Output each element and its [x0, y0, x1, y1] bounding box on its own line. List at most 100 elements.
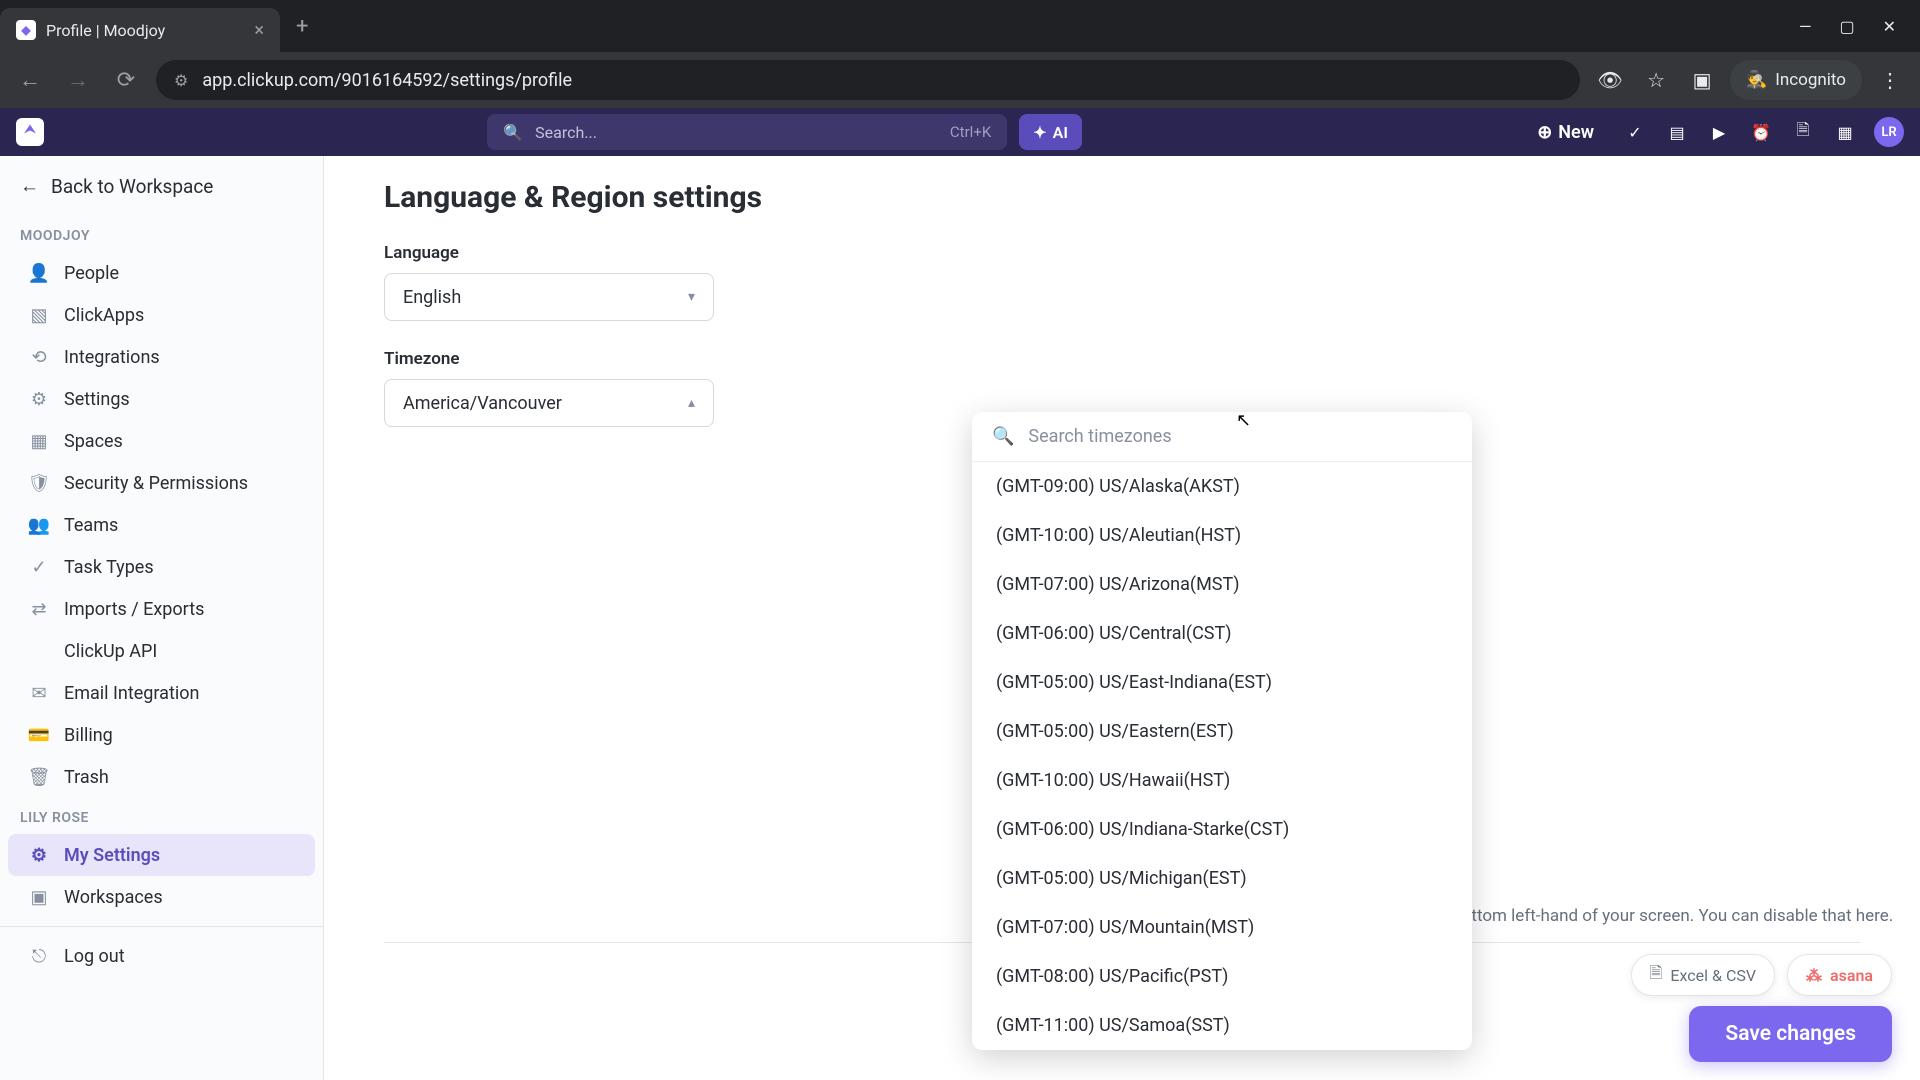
sidebar-item-label: ClickApps	[64, 305, 144, 326]
app-logo-icon[interactable]	[16, 118, 44, 146]
tab-favicon-icon: ◆	[16, 20, 36, 40]
eye-off-icon[interactable]: 👁	[1592, 62, 1628, 98]
sidebar-icon	[28, 640, 50, 662]
close-tab-icon[interactable]: ×	[254, 20, 264, 41]
timezone-label: Timezone	[384, 349, 1860, 369]
browser-tab[interactable]: ◆ Profile | Moodjoy ×	[0, 8, 280, 52]
sidebar-item-label: Teams	[64, 515, 118, 536]
language-label: Language	[384, 243, 1860, 263]
sidebar-item-clickup-api[interactable]: ClickUp API	[8, 630, 315, 672]
sidebar-item-settings[interactable]: ⚙Settings	[8, 378, 315, 420]
sidebar-item-my-settings[interactable]: ⚙My Settings	[8, 834, 315, 876]
timezone-option[interactable]: (GMT-10:00) US/Hawaii(HST)	[972, 756, 1472, 805]
omnibox[interactable]: ⚙ app.clickup.com/9016164592/settings/pr…	[156, 60, 1580, 100]
global-search-input[interactable]: 🔍 Search... Ctrl+K	[487, 114, 1007, 150]
notepad-icon[interactable]: ▤	[1664, 119, 1690, 145]
timezone-option[interactable]: (GMT-05:00) US/Michigan(EST)	[972, 854, 1472, 903]
browser-tab-bar: ◆ Profile | Moodjoy × + — ▢ ✕	[0, 0, 1920, 52]
ai-label: AI	[1053, 123, 1068, 142]
timezone-option[interactable]: (GMT-05:00) US/East-Indiana(EST)	[972, 658, 1472, 707]
save-changes-button[interactable]: Save changes	[1689, 1006, 1892, 1062]
check-circle-icon[interactable]: ✓	[1622, 119, 1648, 145]
asana-label: asana	[1830, 966, 1873, 985]
sidebar-item-clickapps[interactable]: ▧ ClickApps	[8, 294, 315, 336]
sidebar-item-integrations[interactable]: ⟲Integrations	[8, 336, 315, 378]
language-select[interactable]: English ▾	[384, 273, 714, 321]
sidebar-icon: 🗑	[28, 766, 50, 788]
menu-icon[interactable]: ⋮	[1872, 62, 1908, 98]
sidebar-icon: ▣	[28, 886, 50, 908]
sidebar-item-people[interactable]: 👤People	[8, 252, 315, 294]
search-shortcut: Ctrl+K	[950, 123, 991, 141]
new-button[interactable]: ⊕ New	[1537, 122, 1594, 143]
timezone-option[interactable]: (GMT-10:00) US/Aleutian(HST)	[972, 511, 1472, 560]
maximize-icon[interactable]: ▢	[1839, 17, 1854, 36]
timezone-search-input[interactable]: 🔍 Search timezones	[972, 412, 1472, 462]
sidebar-icon: 👤	[28, 262, 50, 284]
timezone-option[interactable]: (GMT-07:00) US/Arizona(MST)	[972, 560, 1472, 609]
sidebar-section-workspace: MOODJOY	[0, 216, 323, 252]
search-icon: 🔍	[503, 123, 523, 142]
sidebar-item-label: Workspaces	[64, 887, 163, 908]
site-info-icon[interactable]: ⚙	[174, 71, 188, 90]
video-icon[interactable]: ▶	[1706, 119, 1732, 145]
sidebar-item-spaces[interactable]: ▦Spaces	[8, 420, 315, 462]
sidebar-item-email-integration[interactable]: ✉Email Integration	[8, 672, 315, 714]
sidebar-item-label: ClickUp API	[64, 641, 157, 662]
excel-csv-badge[interactable]: 🗎 Excel & CSV	[1631, 954, 1776, 996]
sidebar-item-trash[interactable]: 🗑 Trash	[8, 756, 315, 798]
sidebar-item-label: Trash	[64, 767, 109, 788]
timezone-option[interactable]: (GMT-07:00) US/Mountain(MST)	[972, 903, 1472, 952]
back-icon[interactable]: ←	[12, 62, 48, 98]
ai-button[interactable]: ✦ AI	[1019, 114, 1082, 150]
timezone-select[interactable]: America/Vancouver ▴	[384, 379, 714, 427]
incognito-icon: 🕵	[1746, 70, 1767, 90]
timezone-option[interactable]: (GMT-05:00) US/Eastern(EST)	[972, 707, 1472, 756]
sidebar-item-teams[interactable]: 👥Teams	[8, 504, 315, 546]
logout-label: Log out	[64, 946, 125, 967]
back-to-workspace[interactable]: ← Back to Workspace	[0, 156, 323, 216]
close-window-icon[interactable]: ✕	[1883, 17, 1896, 36]
sidebar-item-label: Spaces	[64, 431, 123, 452]
main-content: Language & Region settings Language Engl…	[324, 156, 1920, 1080]
panel-icon[interactable]: ▣	[1684, 62, 1720, 98]
sidebar-icon: 🛡	[28, 472, 50, 494]
asana-badge[interactable]: ⁂ asana	[1787, 954, 1892, 996]
sidebar-item-logout[interactable]: ⎋ Log out	[8, 935, 315, 977]
apps-grid-icon[interactable]: ▦	[1832, 119, 1858, 145]
timezone-option[interactable]: (GMT-08:00) US/Pacific(PST)	[972, 952, 1472, 1001]
sidebar-icon: ▧	[28, 304, 50, 326]
helper-text: the bottom left-hand of your screen. You…	[1424, 906, 1893, 926]
timezone-option[interactable]: (GMT-11:00) US/Samoa(SST)	[972, 1001, 1472, 1050]
sidebar-item-security-permissions[interactable]: 🛡 Security & Permissions	[8, 462, 315, 504]
sidebar-item-label: Task Types	[64, 557, 154, 578]
minimize-icon[interactable]: —	[1799, 17, 1812, 36]
alarm-icon[interactable]: ⏰	[1748, 119, 1774, 145]
plus-circle-icon: ⊕	[1537, 122, 1552, 143]
sidebar-item-label: Security & Permissions	[64, 473, 248, 494]
sidebar-icon: ⚙	[28, 388, 50, 410]
document-icon[interactable]: 🗎	[1790, 119, 1816, 145]
timezone-option[interactable]: (GMT-06:00) US/Indiana-Starke(CST)	[972, 805, 1472, 854]
search-icon: 🔍	[992, 426, 1014, 447]
sidebar-icon: ⚙	[28, 844, 50, 866]
timezone-option[interactable]: (GMT-09:00) US/Alaska(AKST)	[972, 462, 1472, 511]
timezone-option[interactable]: (GMT-06:00) US/Central(CST)	[972, 609, 1472, 658]
save-label: Save changes	[1725, 1022, 1856, 1046]
sidebar-icon: ✓	[28, 556, 50, 578]
bookmark-icon[interactable]: ☆	[1638, 62, 1674, 98]
new-tab-button[interactable]: +	[296, 14, 308, 39]
sidebar-item-imports-exports[interactable]: ⇄Imports / Exports	[8, 588, 315, 630]
arrow-left-icon: ←	[20, 174, 39, 198]
forward-icon[interactable]: →	[60, 62, 96, 98]
sidebar-item-billing[interactable]: 💳Billing	[8, 714, 315, 756]
timezone-dropdown: 🔍 Search timezones (GMT-09:00) US/Alaska…	[972, 412, 1472, 1050]
incognito-badge[interactable]: 🕵 Incognito	[1730, 60, 1862, 100]
sidebar-item-task-types[interactable]: ✓ Task Types	[8, 546, 315, 588]
sidebar-item-workspaces[interactable]: ▣ Workspaces	[8, 876, 315, 918]
language-value: English	[403, 287, 461, 308]
avatar[interactable]: LR	[1874, 117, 1904, 147]
reload-icon[interactable]: ⟳	[108, 62, 144, 98]
page-title: Language & Region settings	[384, 180, 1860, 215]
sidebar-icon: 💳	[28, 724, 50, 746]
